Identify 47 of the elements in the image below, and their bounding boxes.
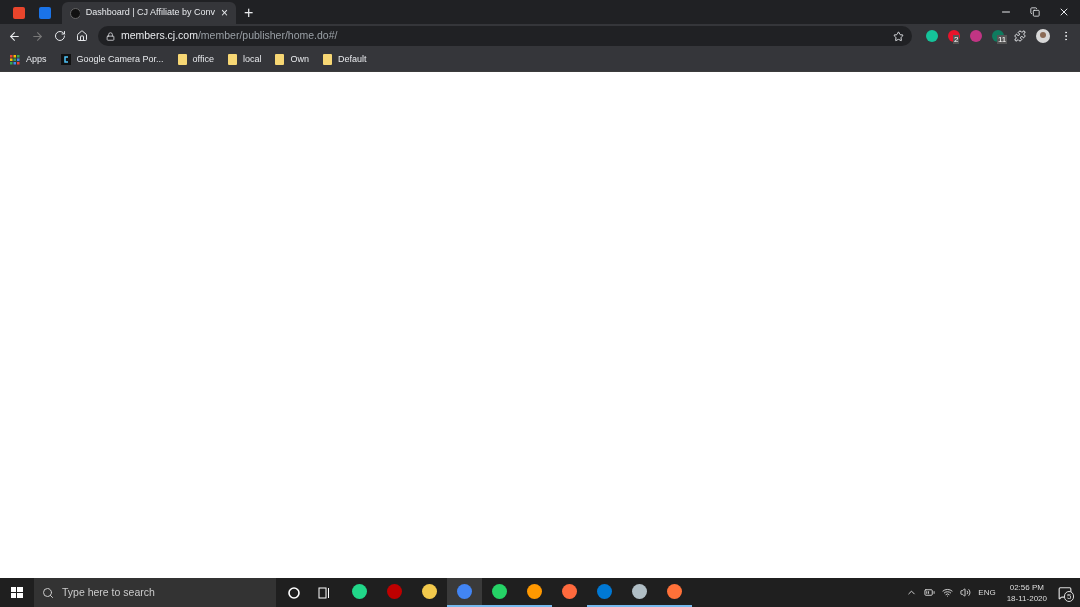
bookmark[interactable]: Default	[322, 52, 367, 67]
search-field[interactable]: Type here to search	[34, 578, 276, 607]
language-indicator[interactable]: ENG	[978, 586, 996, 599]
url-host: members.cj.com	[120, 28, 198, 44]
app-icon	[13, 7, 25, 19]
apps-grid-icon	[10, 54, 20, 65]
notification-count: 5	[1064, 590, 1075, 602]
extension-badge: 11	[997, 35, 1008, 44]
reload-icon[interactable]	[53, 30, 66, 42]
new-tab-button[interactable]: +	[244, 5, 254, 21]
site-icon	[70, 7, 80, 19]
folder-icon	[275, 54, 285, 65]
battery-icon[interactable]	[924, 587, 936, 598]
clock-time[interactable]: 02:56 PM	[1009, 581, 1044, 593]
task-view-icon[interactable]	[318, 586, 330, 599]
address-bar[interactable]: members.cj.com/member/publisher/home.do#/	[97, 26, 912, 46]
cortana-icon[interactable]	[288, 586, 300, 599]
folder-icon	[177, 54, 187, 65]
lock-icon	[105, 31, 115, 41]
extension-icon[interactable]	[926, 30, 938, 42]
folder-icon	[227, 54, 237, 65]
url-path: /member/publisher/home.do#/	[197, 28, 338, 44]
search-icon	[42, 586, 54, 599]
browser-tab[interactable]: Dashboard | CJ Affiliate by Conv ×	[62, 2, 236, 24]
restore-icon[interactable]	[1030, 7, 1040, 17]
app-icon	[39, 7, 51, 19]
bookmark[interactable]: local	[227, 52, 262, 67]
home-icon[interactable]	[75, 30, 88, 42]
site-icon	[60, 54, 71, 65]
back-icon[interactable]	[8, 29, 21, 43]
avatar-icon[interactable]	[1036, 29, 1050, 43]
wifi-icon[interactable]	[942, 587, 954, 598]
folder-icon	[322, 54, 332, 65]
forward-icon[interactable]	[31, 29, 44, 43]
close-icon[interactable]	[1058, 6, 1070, 18]
bookmark-star-icon[interactable]	[893, 30, 904, 42]
close-tab-button[interactable]: ×	[221, 7, 228, 19]
clock-date[interactable]: 18-11-2020	[1006, 592, 1047, 604]
bookmark[interactable]: Own	[275, 52, 309, 67]
bookmark[interactable]: Google Camera Por...	[60, 52, 164, 67]
bookmark[interactable]: Apps	[10, 52, 47, 67]
bookmark[interactable]: office	[177, 52, 214, 67]
tab-title: Dashboard | CJ Affiliate by Conv	[85, 6, 215, 20]
taskbar-app[interactable]	[447, 578, 482, 607]
extension-badge: 2	[953, 35, 960, 44]
extensions-icon[interactable]	[1014, 30, 1026, 42]
volume-icon[interactable]	[960, 587, 972, 598]
